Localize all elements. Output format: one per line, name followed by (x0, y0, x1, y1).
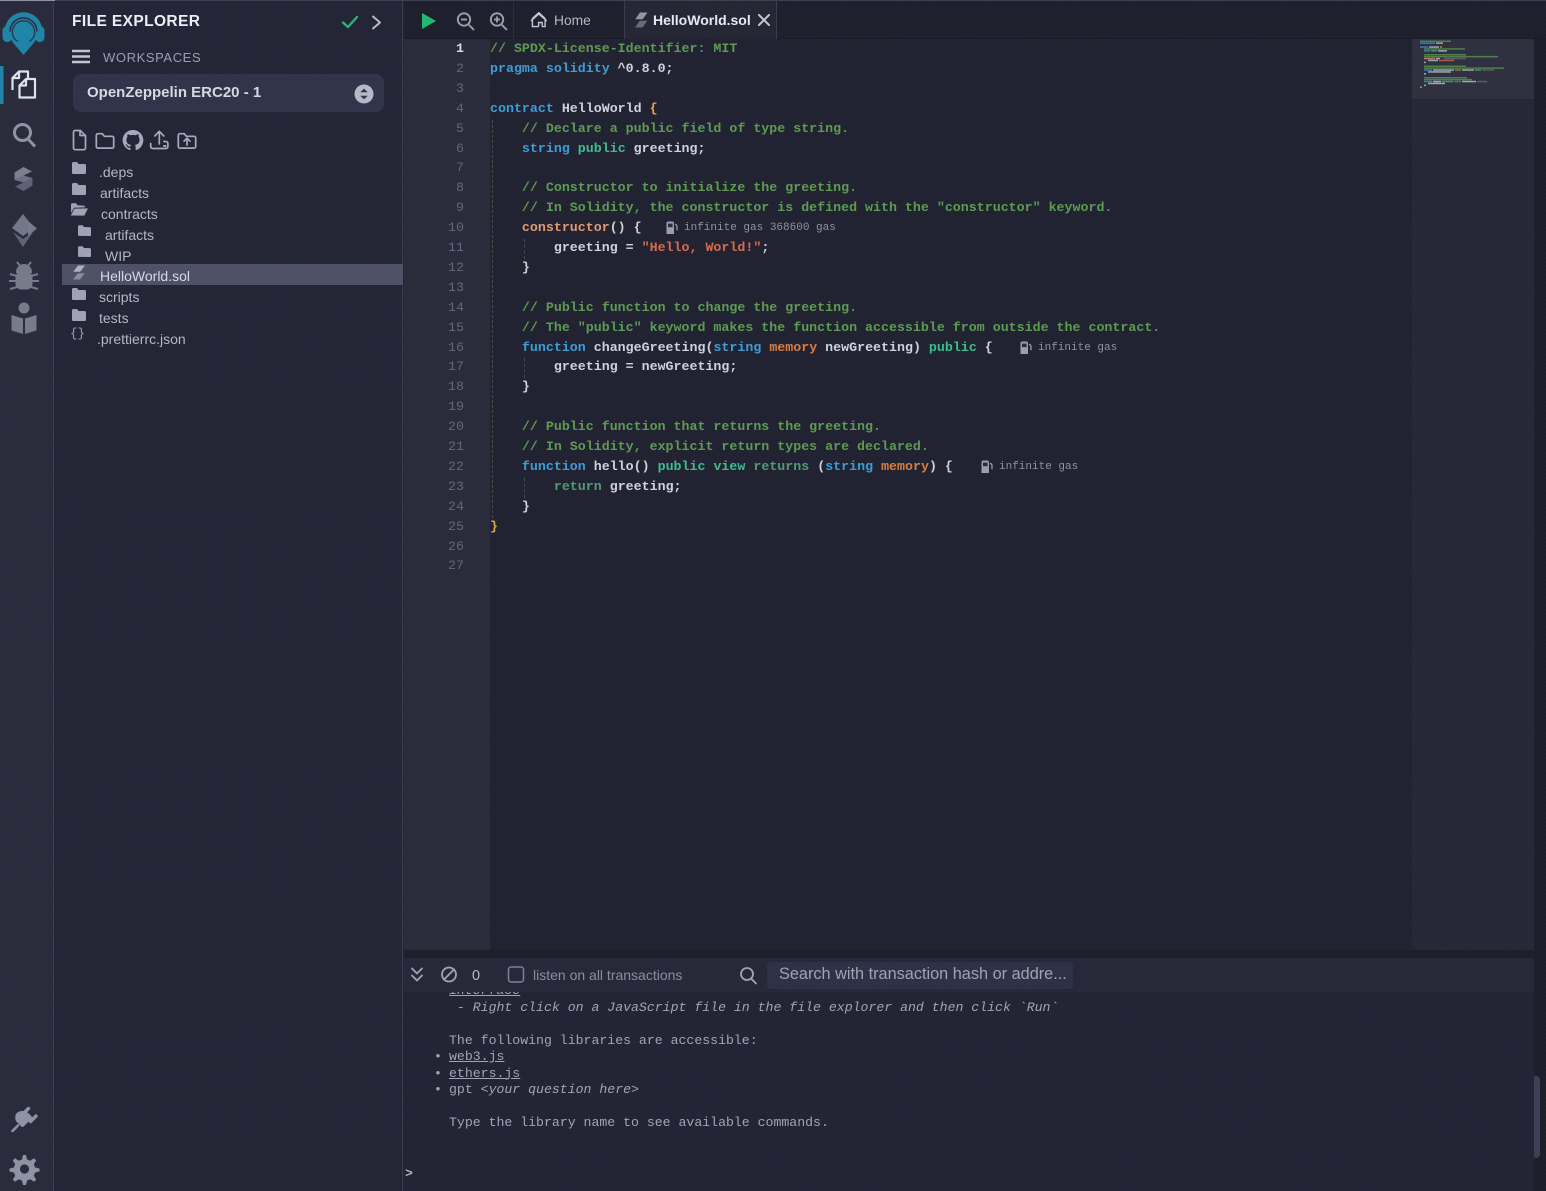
svg-text:0: 0 (472, 968, 480, 984)
